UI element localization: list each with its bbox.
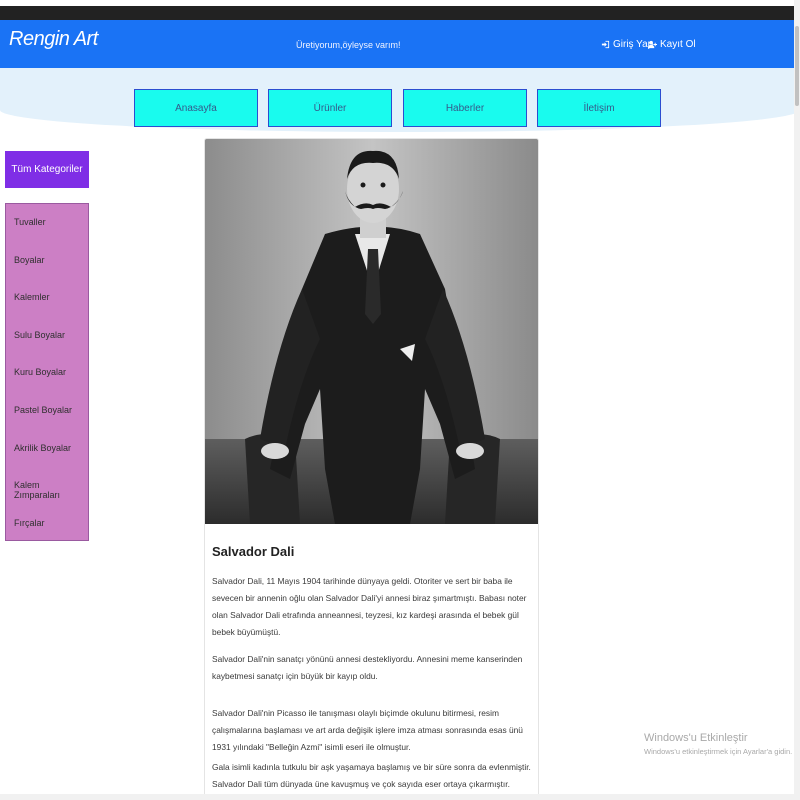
portrait-illustration (205, 139, 538, 524)
article-paragraph-2: Salvador Dali'nin sanatçı yönünü annesi … (212, 654, 523, 681)
horizontal-scrollbar[interactable] (0, 794, 794, 800)
register-label: Kayıt Ol (660, 39, 696, 50)
nav-item-urunler[interactable]: Ürünler (268, 89, 392, 127)
category-item-akrilik-boyalar[interactable]: Akrilik Boyalar (14, 443, 71, 453)
category-item-tuvaller[interactable]: Tuvaller (14, 217, 46, 227)
site-navbar: Rengin Art Üretiyorum,öyleyse varım! Gir… (0, 20, 800, 68)
portrait-photo (205, 139, 538, 524)
nav-item-haberler[interactable]: Haberler (403, 89, 527, 127)
nav-item-iletisim[interactable]: İletişim (537, 89, 661, 127)
category-item-kalemler[interactable]: Kalemler (14, 292, 50, 302)
article-title: Salvador Dali (212, 544, 295, 559)
activation-watermark: Windows'u Etkinleştir Windows'u etkinleş… (644, 732, 792, 756)
menu-band (0, 68, 800, 132)
category-list: Tuvaller Boyalar Kalemler Sulu Boyalar K… (5, 203, 89, 541)
watermark-line-2: Windows'u etkinleştirmek için Ayarlar'a … (644, 747, 793, 756)
user-plus-icon (648, 40, 657, 49)
scrollbar-thumb[interactable] (795, 26, 799, 106)
article-card: Salvador Dali Salvador Dali, 11 Mayıs 19… (204, 138, 539, 800)
watermark-line-1: Windows'u Etkinleştir (644, 732, 748, 744)
login-link[interactable]: Giriş Yap (601, 39, 653, 50)
nav-item-anasayfa[interactable]: Anasayfa (134, 89, 258, 127)
register-link[interactable]: Kayıt Ol (648, 39, 696, 50)
category-item-pastel-boyalar[interactable]: Pastel Boyalar (14, 405, 72, 415)
category-item-kalem-zimparalari[interactable]: Kalem Zımparaları (14, 480, 88, 500)
article-paragraph-3: Salvador Dali'nin Picasso ile tanışması … (212, 708, 523, 752)
site-slogan: Üretiyorum,öyleyse varım! (296, 40, 401, 50)
top-dark-bar (0, 6, 800, 20)
all-categories-button[interactable]: Tüm Kategoriler (5, 151, 89, 188)
article-paragraph-1: Salvador Dali, 11 Mayıs 1904 tarihinde d… (212, 576, 527, 637)
brand-logo[interactable]: Rengin Art (9, 28, 98, 51)
category-item-kuru-boyalar[interactable]: Kuru Boyalar (14, 367, 66, 377)
category-item-fircalar[interactable]: Fırçalar (14, 518, 45, 528)
category-item-sulu-boyalar[interactable]: Sulu Boyalar (14, 330, 65, 340)
sign-in-icon (601, 40, 610, 49)
vertical-scrollbar[interactable] (794, 0, 800, 800)
category-item-boyalar[interactable]: Boyalar (14, 255, 45, 265)
